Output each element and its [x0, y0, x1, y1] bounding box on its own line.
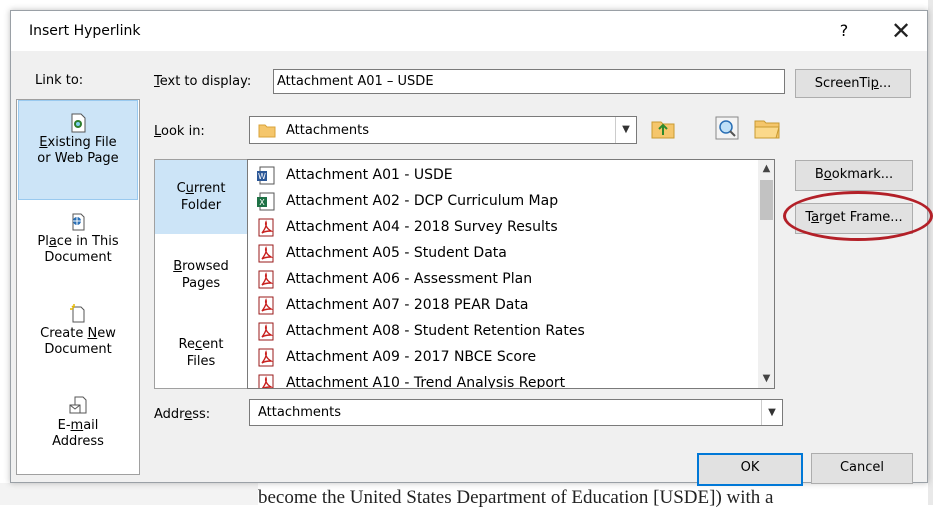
link-create-new-document[interactable]: Create New Document: [18, 304, 138, 384]
document-margin: [0, 483, 258, 505]
place-current-line2: Folder: [180, 198, 222, 213]
address-label: Address:: [154, 407, 211, 422]
document-background-right: [928, 0, 933, 505]
svg-text:W: W: [258, 172, 266, 181]
file-name: Attachment A07 - 2018 PEAR Data: [286, 297, 529, 313]
folder-icon: [258, 124, 276, 138]
text-to-display-label: Text to display:: [154, 74, 252, 89]
up-one-folder-icon[interactable]: [648, 113, 678, 143]
place-browsed-line1: Browsed: [173, 259, 229, 274]
file-name: Attachment A09 - 2017 NBCE Score: [286, 349, 537, 365]
existing-file-icon: [71, 113, 86, 133]
file-name: Attachment A02 - DCP Curriculum Map: [286, 193, 559, 209]
email-address-icon: [69, 396, 87, 414]
background-document-text: become the United States Department of E…: [258, 487, 774, 507]
look-in-dropdown[interactable]: Attachments: [249, 116, 637, 144]
browse-the-web-icon[interactable]: [712, 113, 742, 143]
document-background-top: [0, 0, 933, 10]
file-list-item[interactable]: W Attachment A01 - USDE: [250, 162, 750, 188]
svg-text:X: X: [259, 198, 265, 207]
file-list[interactable]: W Attachment A01 - USDE X Attachment A02 - …: [247, 159, 775, 389]
pdf-file-icon: [258, 218, 274, 237]
link-email-address[interactable]: E-mail Address: [18, 396, 138, 476]
address-combobox[interactable]: Attachments: [249, 399, 783, 426]
highlight-circle: [783, 191, 933, 241]
link-place-in-this-document[interactable]: Place in This Document: [18, 212, 138, 292]
file-list-item[interactable]: Attachment A07 - 2018 PEAR Data: [250, 292, 750, 318]
place-in-document-icon: [72, 213, 85, 231]
browse-for-file-icon[interactable]: [752, 113, 782, 143]
pdf-file-icon: [258, 374, 274, 388]
help-button[interactable]: ?: [831, 19, 857, 43]
close-button[interactable]: ✕: [883, 17, 919, 45]
scroll-down-arrow-icon[interactable]: ▼: [758, 370, 774, 387]
place-current-line1: Current: [176, 181, 226, 196]
look-in-chevron-down-icon[interactable]: ▼: [615, 117, 636, 143]
place-current-folder[interactable]: Current Folder: [155, 160, 247, 234]
link-existing-file-or-web-page[interactable]: Existing File or Web Page: [18, 100, 138, 200]
file-list-item[interactable]: Attachment A10 - Trend Analysis Report: [250, 370, 750, 389]
file-list-item[interactable]: Attachment A05 - Student Data: [250, 240, 750, 266]
scroll-thumb[interactable]: [760, 180, 773, 220]
link-existing-line2: or Web Page: [37, 151, 119, 166]
file-name: Attachment A04 - 2018 Survey Results: [286, 219, 558, 235]
link-existing-line1: Existing File: [39, 135, 117, 150]
ok-button[interactable]: OK: [697, 453, 803, 486]
place-recent-line2: Files: [186, 354, 216, 369]
place-browsed-line2: Pages: [181, 276, 221, 291]
link-to-label: Link to:: [35, 73, 84, 88]
scroll-up-arrow-icon[interactable]: ▲: [758, 160, 774, 177]
screentip-button[interactable]: ScreenTip...: [795, 69, 911, 98]
place-browsed-pages[interactable]: Browsed Pages: [155, 244, 247, 304]
file-list-item[interactable]: Attachment A06 - Assessment Plan: [250, 266, 750, 292]
pdf-file-icon: [258, 296, 274, 315]
pdf-file-icon: [258, 322, 274, 341]
cancel-button[interactable]: Cancel: [811, 453, 913, 484]
places-panel: Current Folder Browsed Pages Recent File…: [154, 159, 247, 389]
file-list-item[interactable]: Attachment A04 - 2018 Survey Results: [250, 214, 750, 240]
title-bar: Insert Hyperlink ? ✕: [11, 11, 927, 51]
file-list-item[interactable]: Attachment A09 - 2017 NBCE Score: [250, 344, 750, 370]
file-name: Attachment A10 - Trend Analysis Report: [286, 375, 566, 389]
link-place-line2: Document: [44, 250, 112, 265]
file-list-scrollbar[interactable]: ▲ ▼: [758, 160, 774, 388]
link-place-line1: Place in This: [37, 234, 119, 249]
create-new-document-icon: [70, 304, 85, 323]
place-recent-files[interactable]: Recent Files: [155, 320, 247, 380]
bookmark-button[interactable]: Bookmark...: [795, 160, 913, 191]
word-file-icon: W: [257, 166, 275, 185]
text-to-display-input[interactable]: Attachment A01 – USDE: [273, 69, 785, 94]
file-name: Attachment A01 - USDE: [286, 167, 453, 183]
pdf-file-icon: [258, 348, 274, 367]
look-in-label: Look in:: [154, 124, 205, 139]
link-to-panel: Existing File or Web Page Place in This …: [16, 99, 140, 475]
file-list-item[interactable]: Attachment A08 - Student Retention Rates: [250, 318, 750, 344]
dialog-title: Insert Hyperlink: [29, 23, 141, 39]
excel-file-icon: X: [257, 192, 275, 211]
pdf-file-icon: [258, 244, 274, 263]
link-create-line1: Create New: [40, 326, 116, 341]
place-recent-line1: Recent: [178, 337, 224, 352]
file-name: Attachment A06 - Assessment Plan: [286, 271, 533, 287]
link-create-line2: Document: [44, 342, 112, 357]
address-chevron-down-icon[interactable]: ▼: [761, 400, 782, 425]
file-name: Attachment A08 - Student Retention Rates: [286, 323, 585, 339]
look-in-value: Attachments: [286, 123, 369, 138]
link-email-line2: Address: [52, 434, 104, 449]
file-name: Attachment A05 - Student Data: [286, 245, 507, 261]
file-list-item[interactable]: X Attachment A02 - DCP Curriculum Map: [250, 188, 750, 214]
address-value: Attachments: [258, 405, 341, 420]
insert-hyperlink-dialog: Insert Hyperlink ? ✕ Link to: Existing F…: [10, 10, 933, 486]
link-email-line1: E-mail: [57, 418, 99, 433]
pdf-file-icon: [258, 270, 274, 289]
